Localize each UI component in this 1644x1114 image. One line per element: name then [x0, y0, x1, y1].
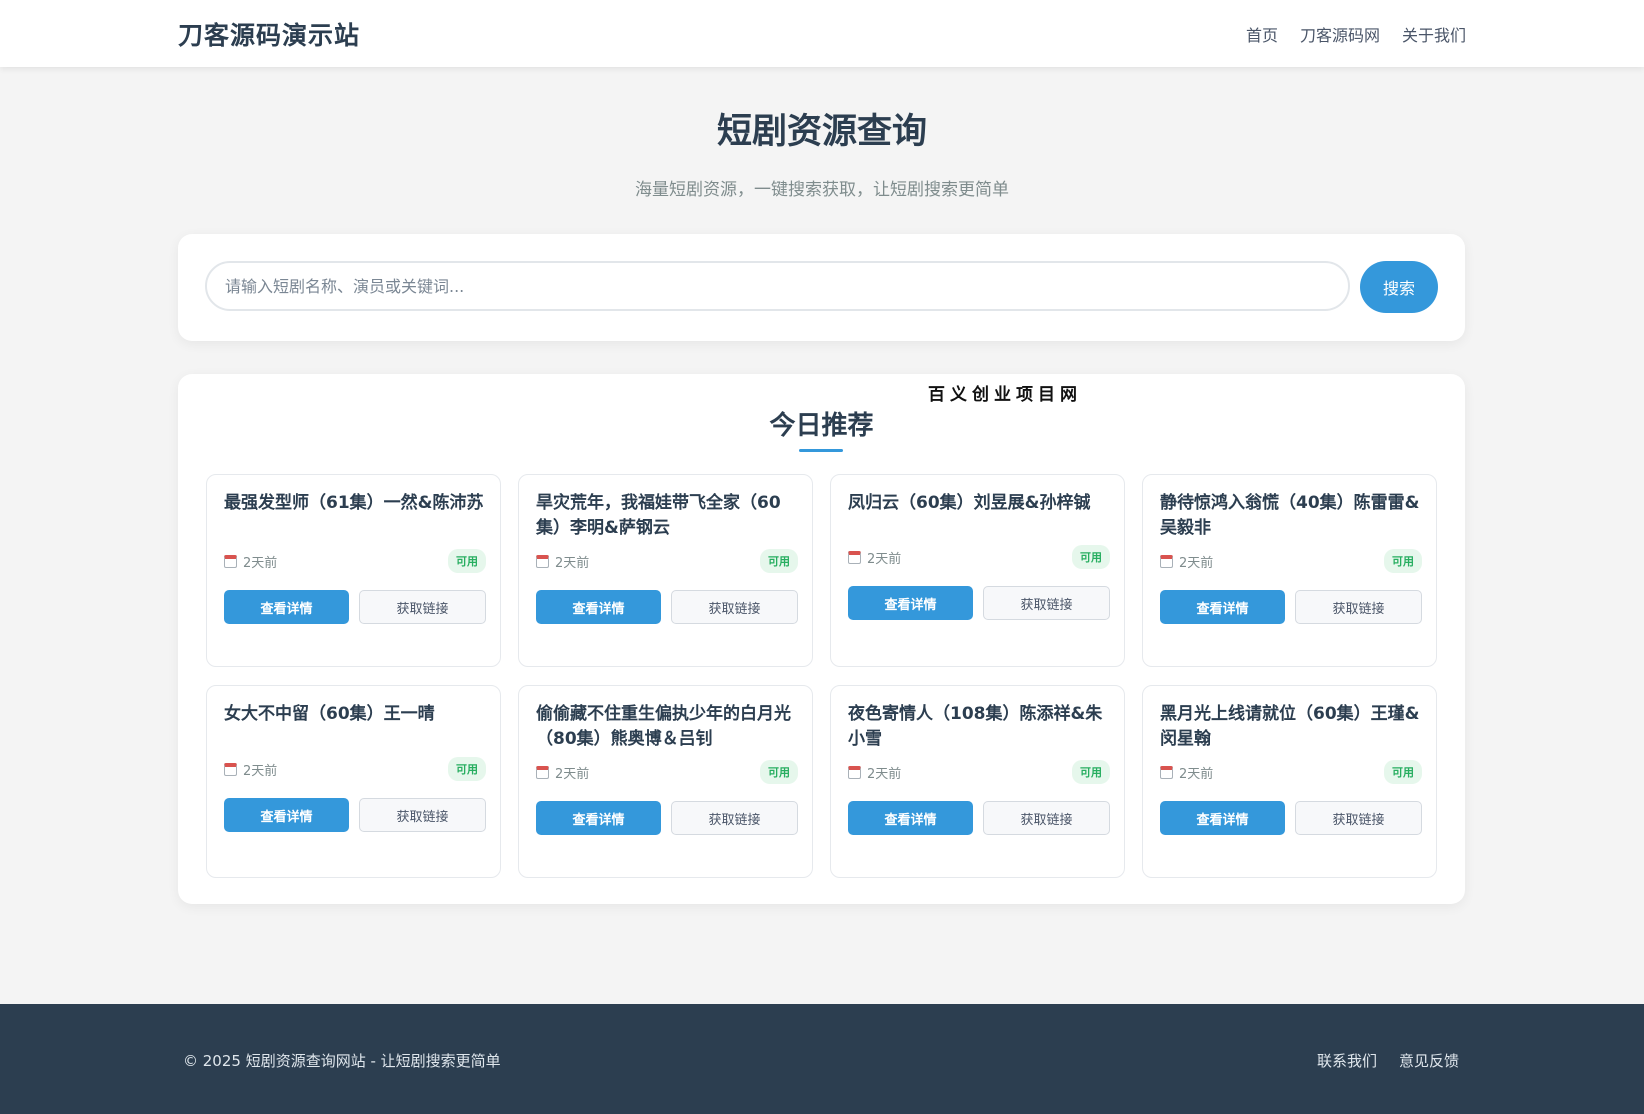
site-brand[interactable]: 刀客源码演示站	[178, 16, 360, 52]
card-meta: 2天前 可用	[1160, 760, 1422, 784]
drama-title: 最强发型师（61集）一然&陈沛苏	[224, 493, 484, 513]
card-actions: 查看详情 获取链接	[536, 801, 798, 835]
footer-link-contact[interactable]: 联系我们	[1317, 1050, 1377, 1071]
card-meta: 2天前 可用	[536, 549, 798, 573]
status-badge: 可用	[1384, 760, 1422, 784]
calendar-icon	[536, 765, 549, 779]
page-title: 短剧资源查询	[716, 112, 927, 152]
view-details-button[interactable]: 查看详情	[1160, 590, 1285, 624]
nav-link-about[interactable]: 关于我们	[1402, 22, 1466, 46]
updated-date: 2天前	[867, 766, 902, 782]
search-button[interactable]: 搜索	[1360, 261, 1438, 313]
drama-card: 最强发型师（61集）一然&陈沛苏 2天前 可用 查看详情 获取链接	[206, 474, 501, 667]
card-actions: 查看详情 获取链接	[848, 801, 1110, 835]
page-subtitle: 海量短剧资源，一键搜索获取，让短剧搜索更简单	[635, 180, 1009, 200]
updated-date: 2天前	[1179, 766, 1214, 782]
status-badge: 可用	[760, 549, 798, 573]
drama-title: 静待惊鸿入翁慌（40集）陈雷雷&吴毅非	[1160, 493, 1420, 538]
nav-link-daoke-source[interactable]: 刀客源码网	[1300, 22, 1380, 46]
updated-date: 2天前	[243, 555, 278, 571]
status-badge: 可用	[1072, 760, 1110, 784]
footer-links: 联系我们 意见反馈	[1317, 1050, 1459, 1071]
updated-date: 2天前	[243, 763, 278, 779]
recommend-panel: 百义创业项目网 今日推荐 最强发型师（61集）一然&陈沛苏 2天前 可用 查看详…	[178, 374, 1465, 904]
section-title-underline	[799, 449, 843, 452]
copyright-text: © 2025 短剧资源查询网站 - 让短剧搜索更简单	[183, 1052, 501, 1070]
view-details-button[interactable]: 查看详情	[536, 590, 661, 624]
updated-date: 2天前	[555, 766, 590, 782]
drama-card: 偷偷藏不住重生偏执少年的白月光（80集）熊奥博＆吕钊 2天前 可用 查看详情 获…	[518, 685, 813, 878]
get-link-button[interactable]: 获取链接	[671, 801, 798, 835]
top-header: 刀客源码演示站 首页 刀客源码网 关于我们	[0, 0, 1644, 67]
view-details-button[interactable]: 查看详情	[848, 586, 973, 620]
calendar-icon	[848, 550, 861, 564]
calendar-icon	[536, 554, 549, 568]
drama-title: 凤归云（60集）刘昱展&孙梓铖	[848, 493, 1091, 513]
card-actions: 查看详情 获取链接	[224, 590, 486, 624]
view-details-button[interactable]: 查看详情	[224, 590, 349, 624]
drama-card: 静待惊鸿入翁慌（40集）陈雷雷&吴毅非 2天前 可用 查看详情 获取链接	[1142, 474, 1437, 667]
card-meta: 2天前 可用	[848, 545, 1110, 569]
updated-date: 2天前	[1179, 555, 1214, 571]
card-actions: 查看详情 获取链接	[224, 798, 486, 832]
card-actions: 查看详情 获取链接	[536, 590, 798, 624]
drama-card: 旱灾荒年，我福娃带飞全家（60集）李明&萨钢云 2天前 可用 查看详情 获取链接	[518, 474, 813, 667]
calendar-icon	[1160, 765, 1173, 779]
get-link-button[interactable]: 获取链接	[983, 586, 1110, 620]
section-title: 今日推荐	[769, 411, 874, 441]
view-details-button[interactable]: 查看详情	[536, 801, 661, 835]
view-details-button[interactable]: 查看详情	[1160, 801, 1285, 835]
updated-date: 2天前	[555, 555, 590, 571]
status-badge: 可用	[760, 760, 798, 784]
get-link-button[interactable]: 获取链接	[359, 590, 486, 624]
drama-card: 夜色寄情人（108集）陈添祥&朱小雪 2天前 可用 查看详情 获取链接	[830, 685, 1125, 878]
calendar-icon	[1160, 554, 1173, 568]
drama-title: 旱灾荒年，我福娃带飞全家（60集）李明&萨钢云	[536, 493, 781, 538]
drama-title: 偷偷藏不住重生偏执少年的白月光（80集）熊奥博＆吕钊	[536, 704, 791, 749]
get-link-button[interactable]: 获取链接	[671, 590, 798, 624]
status-badge: 可用	[1384, 549, 1422, 573]
card-actions: 查看详情 获取链接	[848, 586, 1110, 620]
card-meta: 2天前 可用	[224, 757, 486, 781]
drama-title: 夜色寄情人（108集）陈添祥&朱小雪	[848, 704, 1103, 749]
card-meta: 2天前 可用	[224, 549, 486, 573]
search-input[interactable]	[205, 261, 1350, 311]
watermark-text: 百义创业项目网	[928, 385, 1082, 405]
calendar-icon	[224, 762, 237, 776]
view-details-button[interactable]: 查看详情	[224, 798, 349, 832]
card-meta: 2天前 可用	[1160, 549, 1422, 573]
search-panel: 搜索	[178, 234, 1465, 341]
card-meta: 2天前 可用	[848, 760, 1110, 784]
status-badge: 可用	[448, 757, 486, 781]
drama-title: 黑月光上线请就位（60集）王瑾&闵星翰	[1160, 704, 1420, 749]
get-link-button[interactable]: 获取链接	[1295, 801, 1422, 835]
get-link-button[interactable]: 获取链接	[983, 801, 1110, 835]
calendar-icon	[224, 554, 237, 568]
drama-card: 凤归云（60集）刘昱展&孙梓铖 2天前 可用 查看详情 获取链接	[830, 474, 1125, 667]
view-details-button[interactable]: 查看详情	[848, 801, 973, 835]
drama-card: 黑月光上线请就位（60集）王瑾&闵星翰 2天前 可用 查看详情 获取链接	[1142, 685, 1437, 878]
card-meta: 2天前 可用	[536, 760, 798, 784]
main-nav: 首页 刀客源码网 关于我们	[1246, 22, 1466, 46]
card-actions: 查看详情 获取链接	[1160, 590, 1422, 624]
get-link-button[interactable]: 获取链接	[359, 798, 486, 832]
get-link-button[interactable]: 获取链接	[1295, 590, 1422, 624]
calendar-icon	[848, 765, 861, 779]
drama-title: 女大不中留（60集）王一晴	[224, 704, 435, 724]
card-actions: 查看详情 获取链接	[1160, 801, 1422, 835]
status-badge: 可用	[448, 549, 486, 573]
footer-link-feedback[interactable]: 意见反馈	[1399, 1050, 1459, 1071]
nav-link-home[interactable]: 首页	[1246, 22, 1278, 46]
site-footer: © 2025 短剧资源查询网站 - 让短剧搜索更简单 联系我们 意见反馈	[0, 1004, 1644, 1114]
drama-card: 女大不中留（60集）王一晴 2天前 可用 查看详情 获取链接	[206, 685, 501, 878]
updated-date: 2天前	[867, 551, 902, 567]
status-badge: 可用	[1072, 545, 1110, 569]
